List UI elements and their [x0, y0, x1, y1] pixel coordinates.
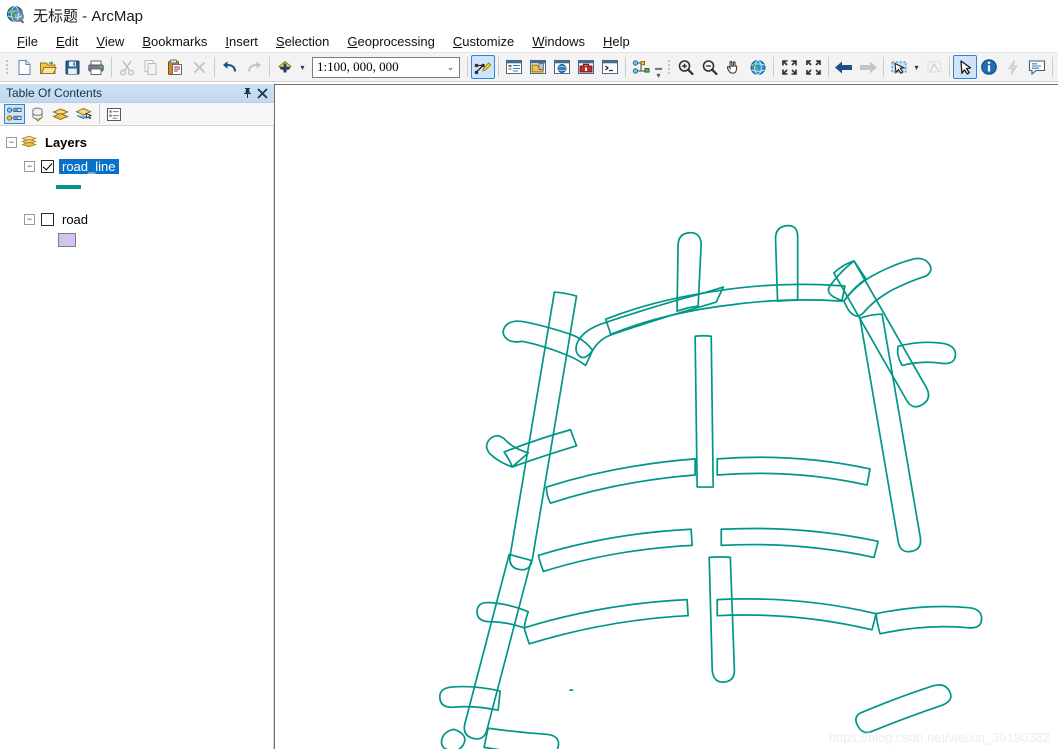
map-scale-combobox[interactable]: 1:100, 000, 000 ⌄ — [312, 56, 460, 78]
toc-toolbar-separator — [99, 104, 100, 124]
expander-collapse-icon[interactable]: − — [6, 136, 17, 148]
list-by-drawing-order-button[interactable] — [4, 104, 25, 124]
html-popup-button[interactable] — [1025, 55, 1049, 79]
full-extent-button[interactable] — [746, 55, 770, 79]
delete-button[interactable] — [187, 55, 211, 79]
print-button[interactable] — [84, 55, 108, 79]
data-frame-layers-icon — [21, 135, 37, 149]
menu-windows[interactable]: Windows — [523, 33, 594, 50]
expander-collapse-icon[interactable]: − — [24, 213, 35, 225]
list-by-source-button[interactable] — [27, 104, 48, 124]
main-workspace: Table Of Contents − Layers − road_line −… — [0, 84, 1058, 749]
open-document-button[interactable] — [36, 55, 60, 79]
cut-button[interactable] — [115, 55, 139, 79]
zoom-in-button[interactable] — [674, 55, 698, 79]
toc-layer-tree[interactable]: − Layers − road_line − road — [0, 126, 274, 749]
toolbar-separator — [467, 57, 468, 77]
redo-button[interactable] — [242, 55, 266, 79]
save-document-button[interactable] — [60, 55, 84, 79]
menu-help[interactable]: Help — [594, 33, 639, 50]
toc-root-label: Layers — [45, 134, 87, 150]
toolbar-overflow-standard[interactable]: ▬ ▾ — [653, 55, 664, 80]
layer-visibility-checkbox-road[interactable] — [41, 212, 54, 226]
toc-symbol-row-road — [0, 229, 273, 251]
toc-layer-road[interactable]: − road — [0, 209, 273, 229]
python-window-button[interactable] — [598, 55, 622, 79]
fixed-zoom-out-button[interactable] — [801, 55, 825, 79]
select-features-button[interactable] — [887, 55, 911, 79]
toolbar-separator — [883, 57, 884, 77]
go-forward-extent-button[interactable] — [856, 55, 880, 79]
arctoolbox-window-button[interactable] — [574, 55, 598, 79]
toolbar-separator — [949, 57, 950, 77]
expander-collapse-icon[interactable]: − — [24, 160, 35, 172]
editor-toolbar-button[interactable] — [471, 55, 495, 79]
toc-options-button[interactable] — [103, 104, 124, 124]
search-window-button[interactable] — [550, 55, 574, 79]
undo-button[interactable] — [218, 55, 242, 79]
select-elements-button[interactable] — [953, 55, 977, 79]
toolbar-separator — [625, 57, 626, 77]
chevron-down-icon[interactable]: ⌄ — [442, 58, 459, 77]
polygon-symbol-swatch[interactable] — [58, 233, 76, 247]
menu-bookmarks[interactable]: Bookmarks — [133, 33, 216, 50]
toolbar-separator — [828, 57, 829, 77]
toc-close-icon[interactable] — [255, 86, 270, 101]
hyperlink-button[interactable] — [1001, 55, 1025, 79]
select-features-dropdown-caret[interactable]: ▾ — [911, 55, 922, 79]
copy-button[interactable] — [139, 55, 163, 79]
window-title: 无标题 - ArcMap — [33, 7, 144, 25]
list-by-visibility-button[interactable] — [50, 104, 71, 124]
toolbar-separator — [214, 57, 215, 77]
toolbar-separator — [111, 57, 112, 77]
map-scale-value[interactable]: 1:100, 000, 000 — [313, 59, 442, 75]
toc-layer-label-road_line[interactable]: road_line — [59, 158, 119, 174]
catalog-window-button[interactable] — [526, 55, 550, 79]
add-data-button[interactable] — [273, 55, 297, 79]
menu-view[interactable]: View — [87, 33, 133, 50]
arcmap-globe-icon — [6, 5, 26, 25]
menu-selection[interactable]: Selection — [267, 33, 338, 50]
toolbar-separator — [773, 57, 774, 77]
line-symbol-swatch[interactable] — [56, 185, 81, 189]
table-of-contents-panel: Table Of Contents − Layers − road_line −… — [0, 84, 274, 749]
toc-layer-label-road[interactable]: road — [59, 212, 91, 227]
table-of-contents-window-button[interactable] — [502, 55, 526, 79]
toolbar-strip: ▾ 1:100, 000, 000 ⌄ ▬ ▾ ▾ — [0, 52, 1058, 82]
toc-panel-title: Table Of Contents — [6, 86, 103, 100]
model-builder-button[interactable] — [629, 55, 653, 79]
go-back-extent-button[interactable] — [832, 55, 856, 79]
toc-auto-hide-pin-icon[interactable] — [240, 86, 255, 101]
pan-button[interactable] — [722, 55, 746, 79]
zoom-out-button[interactable] — [698, 55, 722, 79]
identify-button[interactable] — [977, 55, 1001, 79]
menu-insert[interactable]: Insert — [216, 33, 267, 50]
map-features-road_line — [438, 224, 983, 749]
toc-toolbar — [0, 103, 274, 126]
toc-layer-road_line[interactable]: − road_line — [0, 156, 273, 176]
paste-button[interactable] — [163, 55, 187, 79]
fixed-zoom-in-button[interactable] — [777, 55, 801, 79]
toolbar-grip-standard[interactable] — [3, 57, 10, 77]
layer-visibility-checkbox-road_line[interactable] — [41, 159, 54, 173]
title-bar: 无标题 - ArcMap — [0, 0, 1058, 30]
toolbar-separator — [269, 57, 270, 77]
toolbar-grip-tools[interactable] — [665, 57, 672, 77]
toolbar-separator — [1052, 57, 1053, 77]
watermark-text: https://blog.csdn.net/weixin_39190382 — [828, 730, 1050, 745]
list-by-selection-button[interactable] — [73, 104, 94, 124]
map-data-view[interactable]: https://blog.csdn.net/weixin_39190382 — [274, 84, 1058, 749]
menu-file[interactable]: File — [8, 33, 47, 50]
menu-customize[interactable]: Customize — [444, 33, 523, 50]
add-data-dropdown-caret[interactable]: ▾ — [297, 55, 308, 79]
toolbar-separator — [498, 57, 499, 77]
clear-selected-features-button[interactable] — [922, 55, 946, 79]
menu-bar: File Edit View Bookmarks Insert Selectio… — [0, 30, 1058, 52]
toc-root-layers[interactable]: − Layers — [0, 132, 273, 152]
menu-geoprocessing[interactable]: Geoprocessing — [338, 33, 443, 50]
toc-symbol-row-road_line — [0, 176, 273, 198]
toc-panel-header: Table Of Contents — [0, 84, 274, 103]
new-map-document-button[interactable] — [12, 55, 36, 79]
menu-edit[interactable]: Edit — [47, 33, 87, 50]
